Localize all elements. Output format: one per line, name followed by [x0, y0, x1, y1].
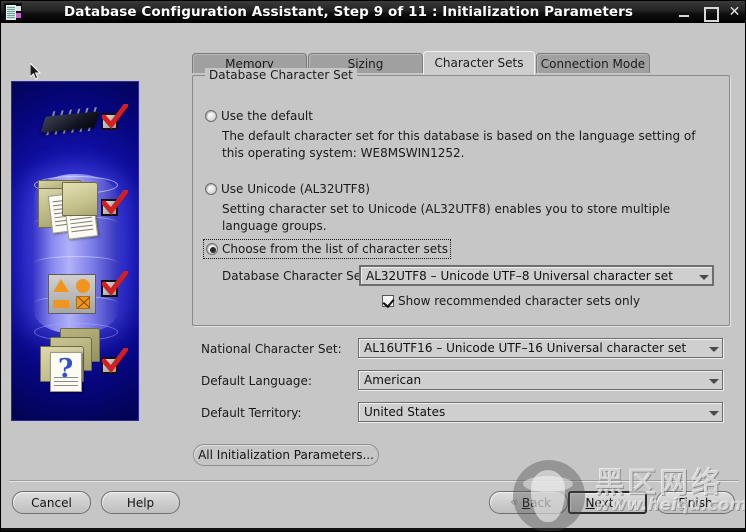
radio-choose-from-list[interactable]: Choose from the list of character sets: [205, 241, 449, 257]
default-territory-value: United States: [359, 405, 705, 419]
finish-label: Finish: [678, 496, 712, 510]
footer-bottom-line: [1, 528, 745, 531]
wizard-illustration: ?: [11, 81, 139, 421]
show-recommended-checkbox[interactable]: [382, 295, 394, 307]
next-arrow-icon: »: [614, 495, 630, 510]
tab-character-sets[interactable]: Character Sets: [423, 51, 535, 75]
chevron-down-icon: [705, 371, 722, 389]
window-icon-square-magenta: [16, 13, 21, 18]
radio-use-unicode-label: Use Unicode (AL32UTF8): [221, 181, 370, 197]
mouse-cursor: [30, 63, 42, 81]
finish-button[interactable]: Finish: [656, 491, 735, 514]
database-character-set-group: Database Character Set Use the default T…: [192, 75, 730, 326]
dbca-window: Database Configuration Assistant, Step 9…: [0, 0, 746, 532]
all-initialization-parameters-label: All Initialization Parameters...: [198, 448, 374, 462]
window-title: Database Configuration Assistant, Step 9…: [22, 4, 745, 20]
show-recommended-label: Show recommended character sets only: [398, 294, 640, 308]
step-check-mark-1: [102, 104, 128, 130]
window-controls: ✕: [678, 1, 741, 23]
cancel-button[interactable]: Cancel: [12, 491, 91, 514]
default-language-label: Default Language:: [201, 374, 312, 388]
national-character-set-label: National Character Set:: [201, 342, 342, 356]
default-territory-combo[interactable]: United States: [358, 402, 723, 422]
use-default-description: The default character set for this datab…: [222, 128, 711, 162]
next-label: Next: [586, 496, 614, 510]
radio-use-default-label: Use the default: [221, 108, 313, 124]
step-check-mark-2: [102, 190, 128, 216]
help-button[interactable]: Help: [101, 491, 180, 514]
window-icon-square-light: [16, 6, 21, 11]
national-character-set-combo[interactable]: AL16UTF16 – Unicode UTF–16 Universal cha…: [358, 338, 723, 358]
database-character-set-label: Database Character Set:: [222, 269, 370, 283]
back-label: Back: [522, 496, 551, 510]
character-sets-panel: Database Character Set Use the default T…: [192, 73, 730, 427]
window-icon: [4, 3, 22, 21]
cancel-label: Cancel: [31, 496, 72, 510]
title-bar: Database Configuration Assistant, Step 9…: [1, 1, 745, 23]
radio-choose-from-list-icon: [206, 243, 218, 255]
radio-use-default[interactable]: Use the default: [205, 108, 313, 124]
footer-separator: [9, 480, 739, 482]
step-check-mark-4: [102, 348, 128, 374]
tab-character-sets-label: Character Sets: [434, 56, 523, 70]
radio-use-default-icon: [205, 110, 217, 122]
close-icon[interactable]: ✕: [728, 6, 741, 19]
chevron-down-icon: [705, 339, 722, 357]
next-button[interactable]: Next »: [568, 491, 647, 514]
default-language-value: American: [359, 373, 705, 387]
tab-connection-mode[interactable]: Connection Mode: [536, 53, 650, 74]
radio-choose-from-list-label: Choose from the list of character sets: [222, 241, 448, 257]
memory-chip-icon: [38, 108, 100, 136]
chevron-down-icon: [705, 403, 722, 421]
minimize-icon[interactable]: [678, 6, 691, 19]
radio-use-unicode-icon: [205, 183, 217, 195]
show-recommended-checkbox-row[interactable]: Show recommended character sets only: [382, 294, 640, 308]
group-title: Database Character Set: [205, 68, 357, 82]
tab-connection-mode-label: Connection Mode: [541, 57, 645, 71]
help-label: Help: [127, 496, 154, 510]
back-arrow-icon: «: [506, 495, 522, 510]
use-unicode-description: Setting character set to Unicode (AL32UT…: [222, 201, 711, 235]
radio-use-unicode[interactable]: Use Unicode (AL32UTF8): [205, 181, 370, 197]
database-character-set-value: AL32UTF8 – Unicode UTF–8 Universal chara…: [361, 269, 695, 283]
national-character-set-value: AL16UTF16 – Unicode UTF–16 Universal cha…: [359, 341, 705, 355]
all-initialization-parameters-button[interactable]: All Initialization Parameters...: [193, 444, 379, 466]
back-button[interactable]: « Back: [489, 491, 568, 514]
footer-bar: Cancel Help « Back Next » Finish: [1, 483, 745, 531]
step-check-mark-3: [102, 271, 128, 297]
schema-objects-icon: [48, 274, 96, 314]
question-document-icon: ?: [50, 352, 82, 392]
database-character-set-combo[interactable]: AL32UTF8 – Unicode UTF–8 Universal chara…: [359, 265, 714, 286]
default-territory-label: Default Territory:: [201, 406, 302, 420]
chevron-down-icon: [695, 267, 712, 285]
default-language-combo[interactable]: American: [358, 370, 723, 390]
database-chip-icon: [6, 5, 16, 20]
maximize-icon[interactable]: [703, 6, 716, 19]
